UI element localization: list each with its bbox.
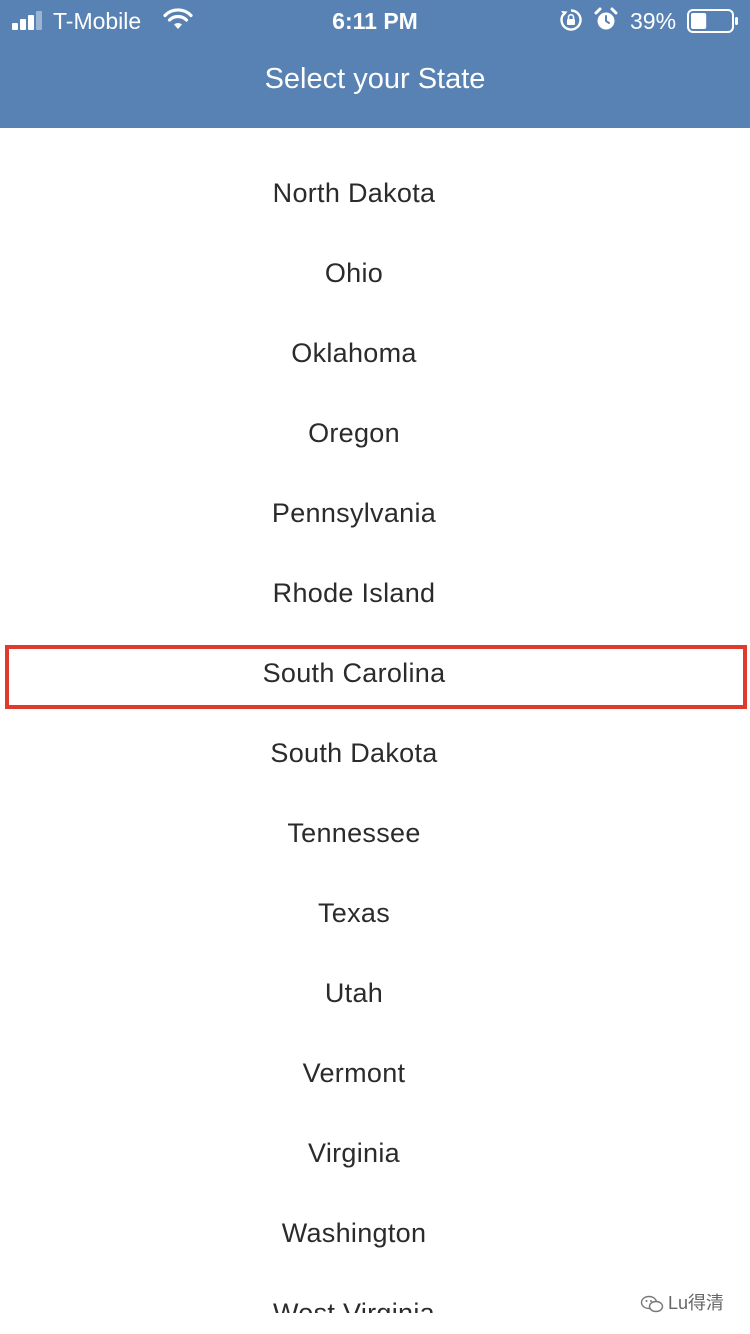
wechat-logo-icon [640, 1296, 664, 1313]
battery-icon [687, 9, 738, 33]
state-option-north-dakota[interactable]: North Dakota [0, 153, 708, 233]
state-option-tennessee[interactable]: Tennessee [0, 793, 708, 873]
page-title: Select your State [264, 63, 486, 95]
state-option-oregon[interactable]: Oregon [0, 393, 708, 473]
state-option-utah[interactable]: Utah [0, 953, 708, 1033]
battery-percentage: 39% [630, 8, 677, 34]
status-bar: T-Mobile 6:11 PM 39% [0, 0, 750, 40]
alarm-clock-icon [594, 7, 618, 30]
watermark-text: Lu得清 [668, 1293, 725, 1313]
state-option-vermont[interactable]: Vermont [0, 1033, 708, 1113]
app-header: T-Mobile 6:11 PM 39% Select your State [0, 0, 750, 128]
state-option-west-virginia[interactable]: West Virginia [0, 1273, 708, 1313]
state-option-texas[interactable]: Texas [0, 873, 708, 953]
state-option-south-dakota[interactable]: South Dakota [0, 713, 708, 793]
state-option-washington[interactable]: Washington [0, 1193, 708, 1273]
state-option-virginia[interactable]: Virginia [0, 1113, 708, 1193]
state-option-rhode-island[interactable]: Rhode Island [0, 553, 708, 633]
state-option-ohio[interactable]: Ohio [0, 233, 708, 313]
state-option-pennsylvania[interactable]: Pennsylvania [0, 473, 708, 553]
state-option-south-carolina[interactable]: South Carolina [0, 633, 708, 713]
watermark: Lu得清 [640, 1290, 724, 1316]
state-list[interactable]: North Dakota Ohio Oklahoma Oregon Pennsy… [0, 153, 750, 1313]
rotation-lock-icon [560, 9, 582, 31]
state-option-oklahoma[interactable]: Oklahoma [0, 313, 708, 393]
